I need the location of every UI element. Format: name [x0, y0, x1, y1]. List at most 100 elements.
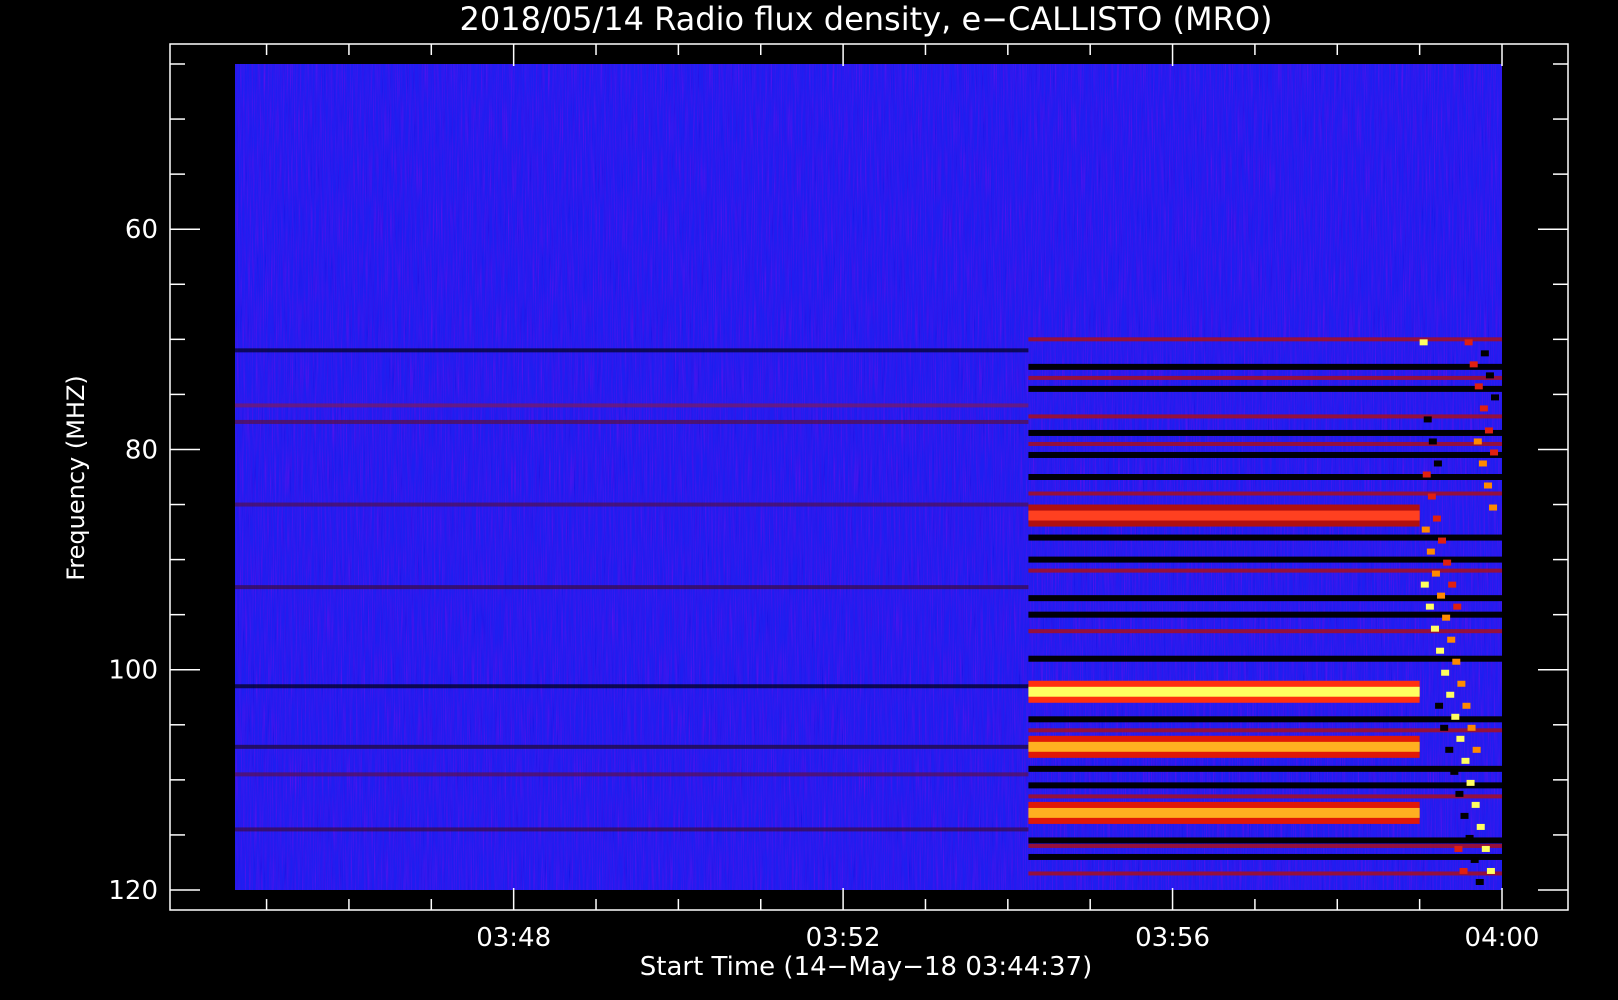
burst-dark-band [1028, 853, 1502, 860]
spectral-line [235, 772, 1029, 777]
burst-speckle [1459, 867, 1468, 874]
burst-dark-band [1028, 429, 1502, 436]
burst-speckle [1448, 581, 1457, 588]
burst-speckle [1446, 691, 1455, 698]
burst-speckle [1419, 339, 1428, 346]
burst-speckle [1426, 548, 1435, 555]
burst-dark-band [1028, 782, 1502, 789]
burst-speckle [1485, 372, 1494, 379]
burst-red-band [1028, 871, 1502, 876]
burst-red-band [1028, 375, 1502, 380]
chart-title: 2018/05/14 Radio flux density, e−CALLIST… [460, 0, 1273, 38]
spectral-line [235, 419, 1029, 424]
spectral-line [235, 348, 1029, 353]
burst-speckle [1474, 383, 1483, 390]
burst-speckle [1481, 845, 1490, 852]
burst-speckle [1486, 867, 1495, 874]
burst-speckle [1425, 603, 1434, 610]
burst-stripe-core [1028, 807, 1420, 818]
burst-speckle [1466, 779, 1475, 786]
burst-red-band [1028, 568, 1502, 573]
burst-dark-band [1028, 837, 1502, 844]
burst-dark-band [1028, 716, 1502, 723]
spectral-line [235, 684, 1029, 689]
burst-speckle [1465, 834, 1474, 841]
burst-speckle [1438, 537, 1447, 544]
burst-speckle [1450, 768, 1459, 775]
burst-speckle [1427, 493, 1436, 500]
burst-speckle [1433, 460, 1442, 467]
burst-speckle [1478, 460, 1487, 467]
burst-speckle [1473, 438, 1482, 445]
burst-dark-band [1028, 611, 1502, 618]
y-tick-label: 60 [125, 215, 158, 245]
spectral-line [235, 744, 1029, 749]
burst-speckle [1475, 878, 1484, 885]
spectral-line [235, 585, 1029, 590]
burst-speckle [1442, 614, 1451, 621]
x-tick-label: 03:56 [1135, 923, 1210, 953]
burst-dark-band [1028, 595, 1502, 602]
burst-dark-band [1028, 765, 1502, 772]
burst-dark-band [1028, 385, 1502, 392]
burst-dark-band [1028, 534, 1502, 541]
burst-speckle [1462, 702, 1471, 709]
burst-speckle [1469, 361, 1478, 368]
burst-red-band [1028, 728, 1502, 733]
burst-speckle [1443, 559, 1452, 566]
burst-speckle [1464, 339, 1473, 346]
burst-speckle [1445, 746, 1454, 753]
burst-stripe-core [1028, 686, 1420, 697]
burst-speckle [1489, 504, 1498, 511]
burst-speckle [1421, 526, 1430, 533]
burst-dark-band [1028, 363, 1502, 370]
burst-stripe-core [1028, 741, 1420, 752]
burst-speckle [1457, 680, 1466, 687]
burst-speckle [1460, 812, 1469, 819]
burst-speckle [1451, 713, 1460, 720]
y-tick-label: 80 [125, 435, 158, 465]
burst-speckle [1472, 746, 1481, 753]
burst-speckle [1422, 471, 1431, 478]
x-axis-label: Start Time (14−May−18 03:44:37) [640, 952, 1093, 982]
burst-speckle [1491, 394, 1500, 401]
burst-red-band [1028, 843, 1502, 848]
burst-speckle [1453, 603, 1462, 610]
burst-dark-band [1028, 556, 1502, 563]
burst-speckle [1483, 482, 1492, 489]
spectrogram-image [235, 64, 1502, 890]
burst-speckle [1467, 724, 1476, 731]
burst-speckle [1455, 790, 1464, 797]
burst-speckle [1456, 735, 1465, 742]
burst-speckle [1447, 636, 1456, 643]
burst-stripe-core [1028, 510, 1420, 521]
burst-speckle [1437, 592, 1446, 599]
burst-speckle [1476, 823, 1485, 830]
burst-speckle [1484, 427, 1493, 434]
x-tick-label: 03:52 [806, 923, 881, 953]
spectral-line [235, 827, 1029, 832]
burst-speckle [1431, 570, 1440, 577]
burst-red-band [1028, 337, 1502, 342]
burst-speckle [1428, 438, 1437, 445]
burst-speckle [1454, 845, 1463, 852]
burst-red-band [1028, 629, 1502, 634]
y-tick-label: 120 [108, 876, 158, 906]
burst-speckle [1480, 350, 1489, 357]
burst-speckle [1440, 724, 1449, 731]
burst-speckle [1452, 658, 1461, 665]
spectral-line [235, 403, 1029, 408]
spectral-line [235, 502, 1029, 507]
burst-speckle [1436, 647, 1445, 654]
x-tick-label: 03:48 [476, 923, 551, 953]
burst-speckle [1435, 702, 1444, 709]
burst-speckle [1490, 449, 1499, 456]
burst-speckle [1423, 416, 1432, 423]
burst-speckle [1470, 856, 1479, 863]
burst-dark-band [1028, 474, 1502, 480]
burst-speckle [1461, 757, 1470, 764]
burst-speckle [1441, 669, 1450, 676]
y-axis-label: Frequency (MHZ) [62, 375, 90, 581]
x-tick-label: 04:00 [1465, 923, 1540, 953]
spectrogram-chart: 2018/05/14 Radio flux density, e−CALLIST… [62, 0, 1569, 982]
